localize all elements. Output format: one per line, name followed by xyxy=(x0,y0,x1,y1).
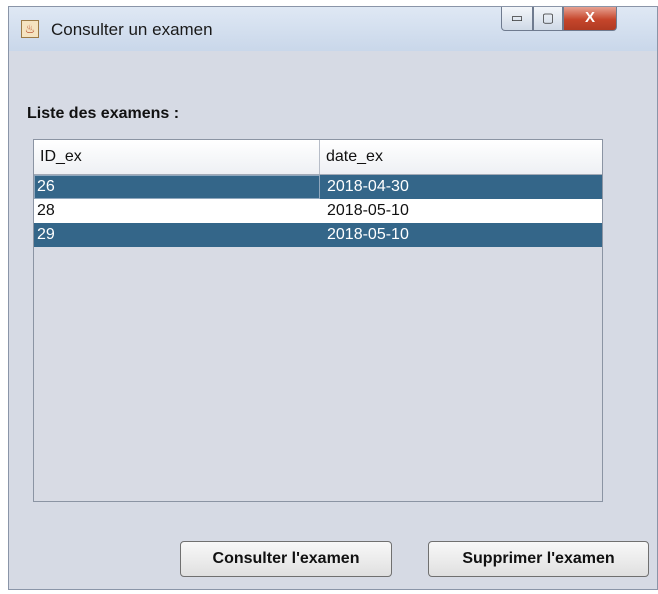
window-title: Consulter un examen xyxy=(51,20,213,39)
app-window: ♨ Consulter un examen ▭ ▢ X Liste des ex… xyxy=(8,6,658,590)
column-header-id[interactable]: ID_ex xyxy=(34,140,320,174)
delete-exam-button[interactable]: Supprimer l'examen xyxy=(428,541,649,577)
cell-date: 2018-05-10 xyxy=(327,202,409,219)
table-row[interactable]: 28 2018-05-10 xyxy=(34,199,602,223)
consult-exam-button[interactable]: Consulter l'examen xyxy=(180,541,392,577)
table-row[interactable]: 29 2018-05-10 xyxy=(34,223,602,247)
cell-id: 26 xyxy=(34,175,320,199)
cell-id: 29 xyxy=(37,226,55,243)
column-header-date[interactable]: date_ex xyxy=(320,140,602,174)
cell-date: 2018-05-10 xyxy=(327,226,409,243)
minimize-button[interactable]: ▭ xyxy=(501,7,533,31)
table-row[interactable]: 26 2018-04-30 xyxy=(34,175,602,199)
java-app-icon: ♨ xyxy=(21,20,39,38)
exams-table: ID_ex date_ex 26 2018-04-30 28 2018-05-1… xyxy=(33,139,603,502)
cell-id: 28 xyxy=(37,202,55,219)
table-header: ID_ex date_ex xyxy=(34,140,602,175)
list-label: Liste des examens : xyxy=(27,105,180,122)
title-bar[interactable]: ♨ Consulter un examen ▭ ▢ X xyxy=(9,7,657,51)
close-button[interactable]: X xyxy=(563,7,617,31)
cell-date: 2018-04-30 xyxy=(327,178,409,195)
maximize-button[interactable]: ▢ xyxy=(533,7,563,31)
